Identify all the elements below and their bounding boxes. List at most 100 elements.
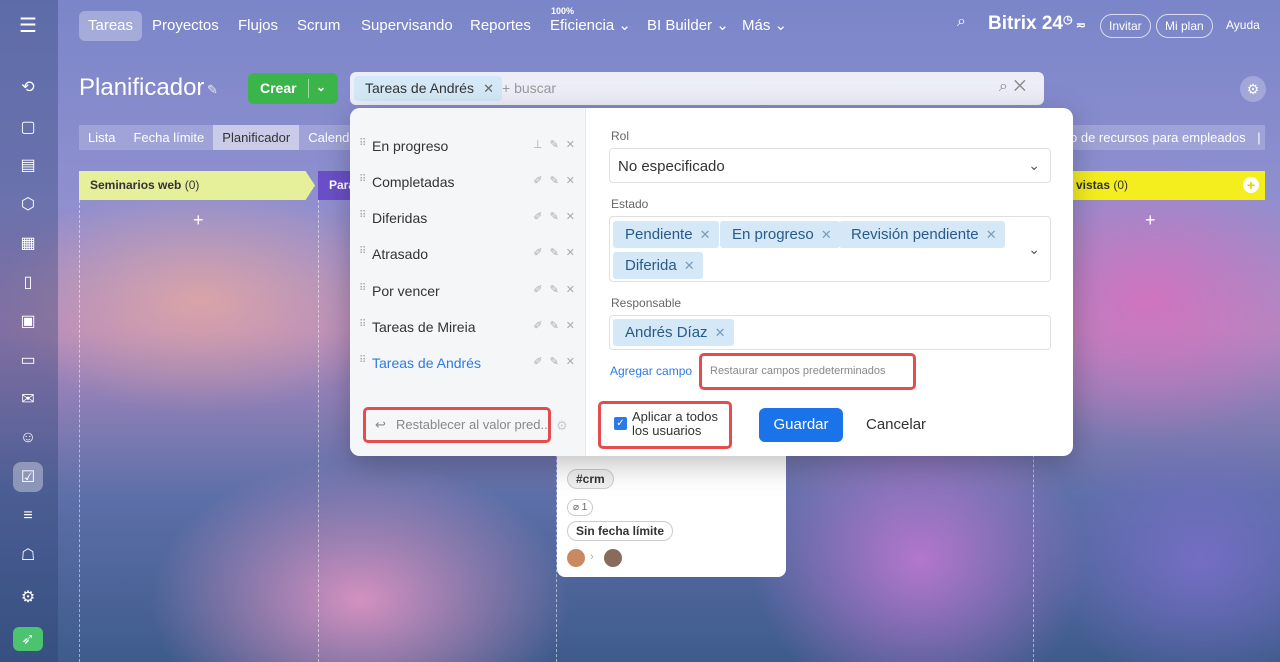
estado-chip[interactable]: En progreso ✕: [720, 221, 840, 248]
checkbox-checked-icon[interactable]: ✓: [614, 417, 627, 430]
tab-lista[interactable]: Lista: [79, 125, 125, 150]
document-icon[interactable]: ▤: [13, 150, 43, 180]
pin-icon[interactable]: ✐: [533, 247, 549, 259]
chevron-down-icon[interactable]: ⌄: [1028, 241, 1040, 258]
drag-handle-icon[interactable]: ⠿: [359, 246, 366, 257]
close-icon[interactable]: ✕: [566, 175, 582, 187]
close-icon[interactable]: ✕: [821, 221, 832, 248]
responsable-field[interactable]: Andrés Díaz ✕: [609, 315, 1051, 350]
pin-icon[interactable]: ✐: [533, 284, 549, 296]
apply-all-checkbox[interactable]: ✓ Aplicar a todos los usuarios: [598, 401, 732, 449]
board-icon[interactable]: ▣: [13, 306, 43, 336]
estado-chip[interactable]: Diferida ✕: [613, 252, 703, 279]
file-icon[interactable]: ▯: [13, 267, 43, 297]
mail-icon[interactable]: ✉: [13, 384, 43, 414]
tag-crm[interactable]: #crm: [567, 469, 614, 489]
nav-bi-builder[interactable]: BI Builder ⌄: [638, 11, 738, 41]
pin-icon[interactable]: ✐: [533, 320, 549, 332]
edit-icon[interactable]: ✎: [550, 175, 566, 187]
settings-icon[interactable]: ⚙: [13, 582, 43, 612]
preset-item[interactable]: ⠿ Tareas de Andrés ✐✎✕: [358, 347, 582, 377]
nav-scrum[interactable]: Scrum: [288, 11, 349, 41]
close-icon[interactable]: ✕: [566, 247, 582, 259]
nav-tareas[interactable]: Tareas: [79, 11, 143, 41]
chat-icon[interactable]: ▢: [13, 112, 43, 142]
preset-item[interactable]: ⠿ Completadas ✐✎✕: [358, 166, 582, 196]
add-task-icon[interactable]: +: [193, 210, 204, 231]
estado-chip[interactable]: Revisión pendiente ✕: [839, 221, 1005, 248]
cancel-button[interactable]: Cancelar: [866, 416, 926, 433]
edit-icon[interactable]: ✎: [550, 356, 566, 368]
drag-handle-icon[interactable]: ⠿: [359, 210, 366, 221]
responsable-chip[interactable]: Andrés Díaz ✕: [613, 319, 734, 346]
clear-icon[interactable]: ✕: [1014, 78, 1032, 95]
add-column-icon[interactable]: +: [1243, 177, 1259, 193]
restore-fields-button[interactable]: Restaurar campos predeterminados: [699, 353, 916, 390]
close-icon[interactable]: ✕: [566, 139, 582, 151]
estado-multiselect[interactable]: Pendiente ✕ En progreso ✕ Revisión pendien…: [609, 216, 1051, 282]
close-icon[interactable]: ✕: [986, 221, 997, 248]
close-icon[interactable]: ✕: [715, 319, 726, 346]
close-icon[interactable]: ✕: [700, 221, 711, 248]
nav-flujos[interactable]: Flujos: [229, 11, 287, 41]
calendar-icon[interactable]: ▦: [13, 228, 43, 258]
close-icon[interactable]: ✕: [566, 284, 582, 296]
close-icon[interactable]: ✕: [566, 211, 582, 223]
close-icon[interactable]: ✕: [684, 252, 695, 279]
close-icon[interactable]: ✕: [566, 356, 582, 368]
rocket-icon[interactable]: ➶: [13, 627, 43, 651]
reset-default-button[interactable]: ↩ Restablecer al valor pred...: [363, 407, 551, 443]
tab-planificador[interactable]: Planificador: [213, 125, 300, 150]
avatar[interactable]: [604, 549, 622, 567]
pin-icon[interactable]: ✎: [207, 82, 218, 98]
my-plan-button[interactable]: Mi plan: [1156, 14, 1213, 38]
filter-icon[interactable]: ≡: [13, 501, 43, 531]
edit-icon[interactable]: ✎: [550, 247, 566, 259]
column-vistas[interactable]: vistas (0) +: [1065, 171, 1265, 200]
tab-fecha-limite[interactable]: Fecha límite: [124, 125, 214, 150]
drag-handle-icon[interactable]: ⠿: [359, 283, 366, 294]
preset-item[interactable]: ⠿ Atrasado ✐✎✕: [358, 238, 582, 268]
create-button[interactable]: Crear ⌄: [248, 73, 338, 104]
nav-reportes[interactable]: Reportes: [461, 11, 540, 41]
add-field-link[interactable]: Agregar campo: [610, 364, 692, 378]
deadline-badge[interactable]: Sin fecha límite: [567, 521, 674, 541]
nav-proyectos[interactable]: Proyectos: [143, 11, 228, 41]
save-button[interactable]: Guardar: [759, 408, 843, 442]
edit-icon[interactable]: ✎: [550, 320, 566, 332]
preset-item[interactable]: ⠿ Diferidas ✐✎✕: [358, 202, 582, 232]
feed-icon[interactable]: ⟲: [13, 72, 43, 102]
avatar[interactable]: [567, 549, 585, 567]
preset-item[interactable]: ⠿ Por vencer ✐✎✕: [358, 275, 582, 305]
rol-select[interactable]: No especificado ⌄: [609, 148, 1051, 183]
card-icon[interactable]: ▭: [13, 345, 43, 375]
gear-icon[interactable]: ⚙: [556, 418, 568, 434]
nav-supervisando[interactable]: Supervisando: [352, 11, 462, 41]
search-filter-chip[interactable]: Tareas de Andrés ✕: [354, 76, 502, 101]
drag-handle-icon[interactable]: ⠿: [359, 319, 366, 330]
help-link[interactable]: Ayuda: [1226, 18, 1260, 32]
nav-mas[interactable]: Más ⌄: [733, 11, 796, 41]
invite-button[interactable]: Invitar: [1100, 14, 1151, 38]
edit-icon[interactable]: ✎: [550, 139, 566, 151]
drag-handle-icon[interactable]: ⠿: [359, 355, 366, 366]
chevron-down-icon[interactable]: ⌄: [316, 80, 326, 94]
preset-item[interactable]: ⠿ En progreso ⊥✎✕: [358, 130, 582, 160]
edit-icon[interactable]: ✎: [550, 284, 566, 296]
robot-icon[interactable]: ☖: [13, 540, 43, 570]
add-task-icon[interactable]: +: [1145, 210, 1156, 231]
tasks-icon[interactable]: ☑: [13, 462, 43, 492]
logo[interactable]: Bitrix 24◷ ≂: [988, 13, 1086, 35]
pin-icon[interactable]: ✐: [533, 175, 549, 187]
close-icon[interactable]: ✕: [483, 76, 494, 101]
estado-chip[interactable]: Pendiente ✕: [613, 221, 719, 248]
nav-eficiencia[interactable]: Eficiencia ⌄: [541, 11, 640, 41]
search-icon[interactable]: ⌕: [999, 78, 1014, 95]
contacts-icon[interactable]: ☺: [13, 423, 43, 453]
drag-handle-icon[interactable]: ⠿: [359, 138, 366, 149]
drag-handle-icon[interactable]: ⠿: [359, 174, 366, 185]
pin-icon[interactable]: ✐: [533, 211, 549, 223]
search-icon[interactable]: ⌕: [957, 13, 966, 31]
resource-select[interactable]: o de recursos para empleados | ⌄: [1060, 125, 1265, 150]
edit-icon[interactable]: ✎: [550, 211, 566, 223]
